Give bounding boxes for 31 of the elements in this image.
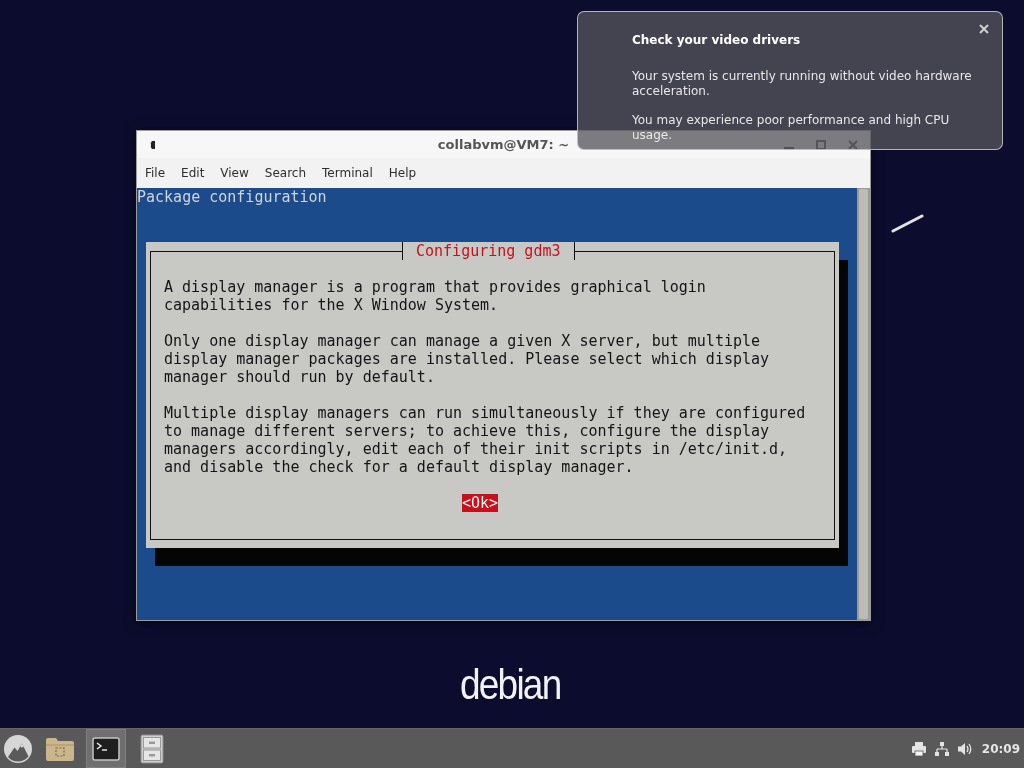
app-menu-button[interactable] [2, 732, 34, 765]
terminal-icon [92, 736, 120, 761]
terminal-task-button[interactable] [86, 729, 126, 768]
speaker-icon[interactable] [956, 740, 973, 757]
close-button[interactable] [978, 23, 990, 35]
window-icon [150, 140, 155, 149]
window-title: collabvm@VM7: ~ [437, 137, 570, 152]
menu-item[interactable]: Edit [173, 161, 213, 185]
clock[interactable]: 20:09 [981, 741, 1020, 756]
desktop-logo: debian [460, 664, 561, 706]
dialog-text: A display manager is a program that provides graphical login capabilities for the X Window System. [164, 278, 707, 314]
ok-button[interactable]: <Ok> [462, 494, 499, 512]
folder-icon [45, 735, 75, 762]
menu-item[interactable]: Terminal [314, 161, 381, 185]
dialog-text: Only one display manager can manage a given X server, but multiple display manager packages are installed. Please select which display manager should run by default. [164, 332, 771, 386]
menu-item[interactable]: Help [380, 161, 425, 185]
notification-title: Check your video drivers [632, 33, 802, 48]
dialog-text: Multiple display managers can run simultaneously if they are configured to manage different servers; to achieve this, configure the display managers accordingly, edit each of their init scripts in /etc/init.d, and disable the check for a default display manager. [164, 404, 807, 476]
mountain-circle-icon [4, 734, 32, 763]
menu-item[interactable]: Search [256, 161, 315, 185]
notification-text: Your system is currently running without video hardware acceleration. [632, 69, 973, 99]
menu-item[interactable]: View [212, 161, 257, 185]
close-icon [978, 23, 990, 35]
menu-item[interactable]: File [137, 161, 174, 185]
printer-icon[interactable] [910, 740, 927, 757]
terminal-header: Package configuration [137, 188, 327, 206]
diagonal-line [891, 213, 924, 234]
file-cabinet-icon [140, 733, 164, 764]
dialog-title: Configuring gdm3 [402, 242, 575, 260]
notification-text: You may experience poor performance and high CPU usage. [632, 113, 951, 143]
network-icon[interactable] [933, 740, 950, 757]
